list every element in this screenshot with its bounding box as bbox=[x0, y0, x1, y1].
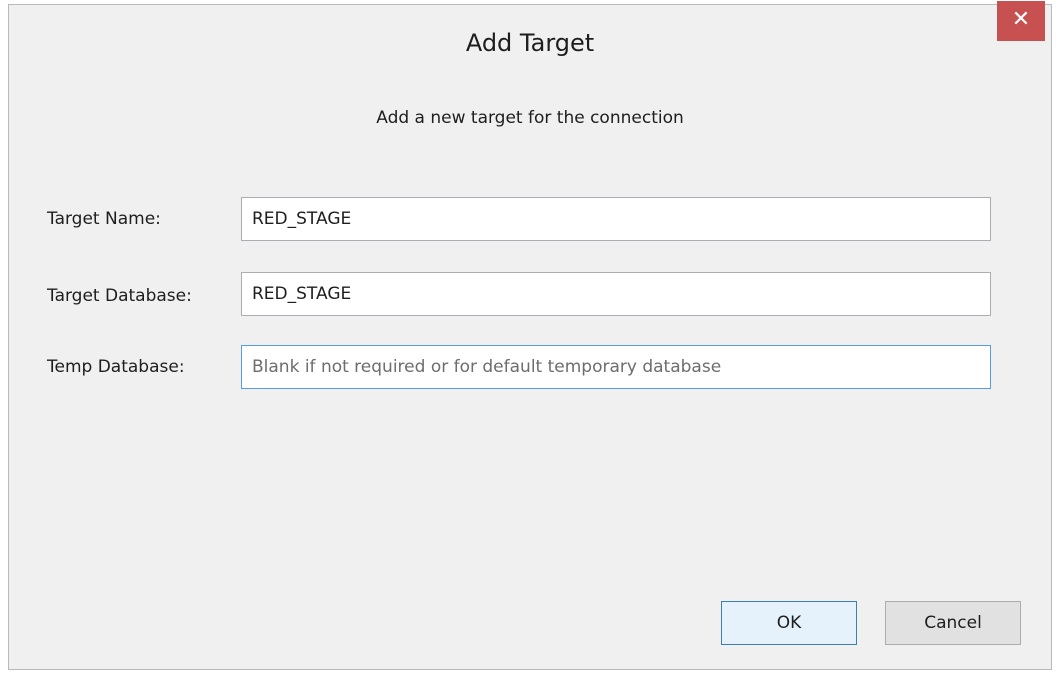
close-icon: ✕ bbox=[1011, 7, 1031, 32]
temp-database-label: Temp Database: bbox=[47, 357, 185, 377]
dialog-body: Add a new target for the connection Targ… bbox=[9, 83, 1051, 669]
window-title: Add Target bbox=[465, 29, 595, 57]
target-name-label: Target Name: bbox=[47, 209, 161, 229]
title-bar: Add Target ✕ bbox=[9, 1, 1051, 83]
target-database-label: Target Database: bbox=[47, 286, 192, 306]
temp-database-input[interactable] bbox=[241, 345, 991, 389]
target-name-input[interactable] bbox=[241, 197, 991, 241]
dialog-subtitle: Add a new target for the connection bbox=[376, 108, 684, 128]
target-database-input[interactable] bbox=[241, 272, 991, 316]
cancel-button[interactable]: Cancel bbox=[885, 601, 1021, 645]
add-target-dialog: Add Target ✕ Add a new target for the co… bbox=[8, 1, 1052, 670]
ok-button[interactable]: OK bbox=[721, 601, 857, 645]
close-button[interactable]: ✕ bbox=[997, 1, 1045, 41]
